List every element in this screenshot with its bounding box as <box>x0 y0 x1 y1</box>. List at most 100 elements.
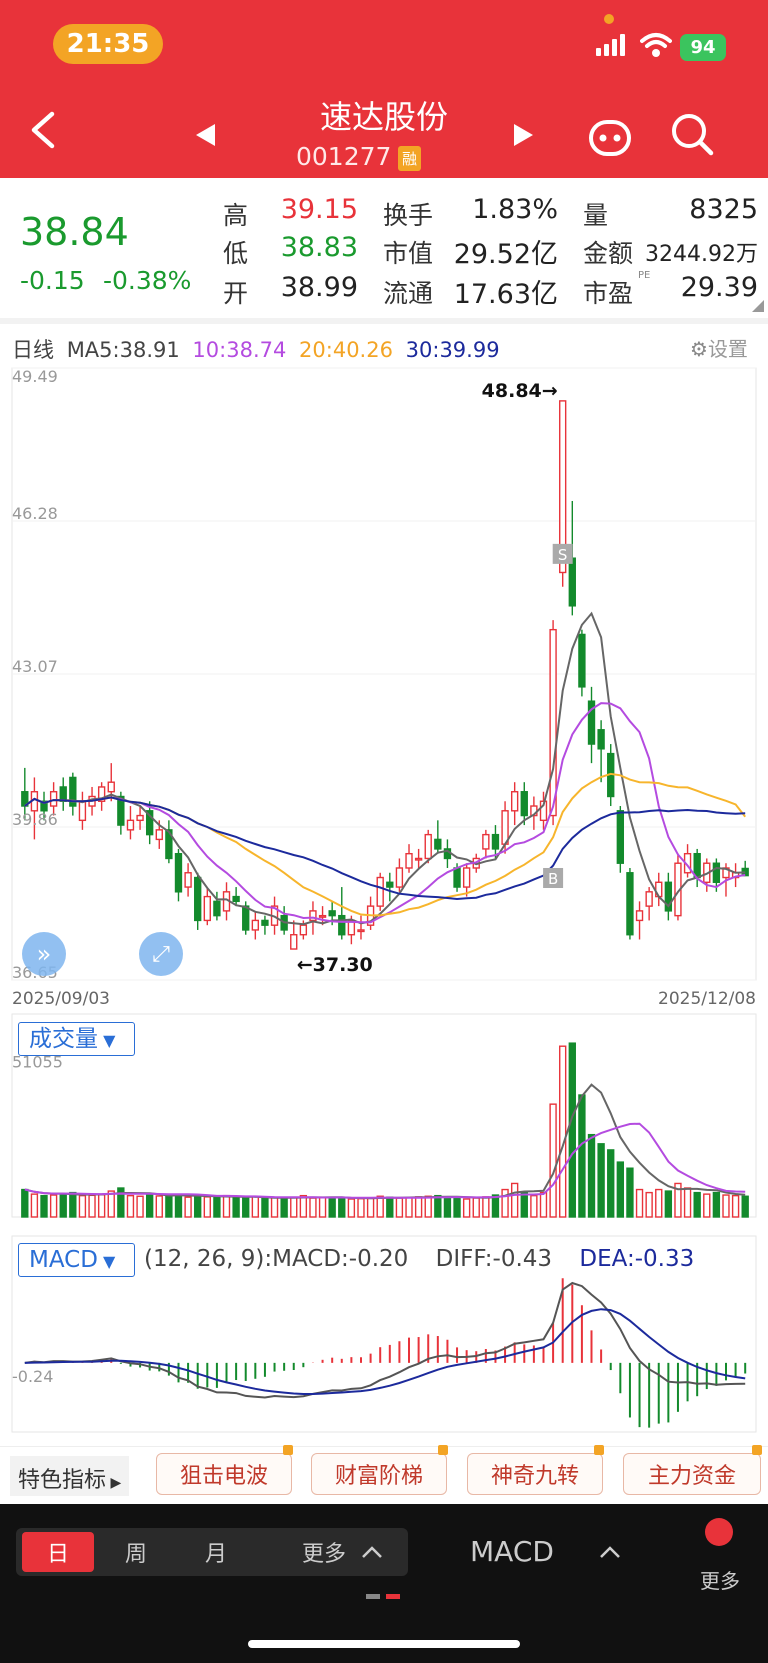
volume-bar <box>741 1195 749 1218</box>
expand-sidebar-icon[interactable]: » <box>22 932 66 976</box>
volume-bar <box>722 1194 730 1218</box>
indicator-sniper[interactable]: 狙击电波 <box>156 1445 293 1495</box>
candle-body <box>510 791 519 812</box>
dea-line <box>24 1308 746 1395</box>
tab-week[interactable]: 周 <box>100 1532 172 1572</box>
ma5-line <box>24 611 746 926</box>
volume-bar <box>251 1195 260 1218</box>
volume-bar <box>414 1196 423 1218</box>
chart-labels: 49.4946.2843.0739.8636.6548.84→←37.30SB2… <box>12 367 756 1386</box>
volume-bar <box>155 1195 163 1218</box>
stock-code: 001277 <box>296 142 392 171</box>
lock-icon <box>438 1445 448 1455</box>
chevron-up-icon[interactable] <box>598 1544 622 1560</box>
expand-corner-icon[interactable] <box>752 300 764 312</box>
candle-body <box>299 924 308 936</box>
volume-bar <box>309 1197 317 1218</box>
macd-select-label: MACD <box>29 1247 98 1273</box>
candle-body <box>414 857 423 861</box>
stock-chart[interactable]: 49.4946.2843.0739.8636.6548.84→←37.30SB2… <box>0 362 768 1442</box>
tab-more[interactable]: 更多 <box>288 1532 360 1572</box>
volume-bar <box>616 1161 625 1218</box>
volume-bar <box>174 1193 183 1218</box>
pe-value: 29.39 <box>680 272 758 303</box>
margin-badge: 融 <box>398 146 422 171</box>
turnover-label: 换手 <box>383 201 434 230</box>
mktcap-label: 市值 <box>383 239 434 268</box>
indicator-nine-label: 神奇九转 <box>490 1464 579 1489</box>
chart-settings[interactable]: ⚙设置 <box>690 333 748 362</box>
volume-bar <box>232 1196 240 1218</box>
volume-bar <box>290 1196 298 1218</box>
settings-label: 设置 <box>707 337 748 361</box>
more-icon[interactable] <box>705 1518 733 1546</box>
volume-bar <box>299 1194 308 1218</box>
volume-bar <box>443 1196 452 1218</box>
volume-bar <box>693 1191 701 1218</box>
candle-body <box>482 833 490 850</box>
candle-body <box>59 786 67 802</box>
chevron-up-icon[interactable] <box>360 1544 384 1560</box>
fullscreen-icon[interactable]: ⤢ <box>139 932 183 976</box>
macd-layer <box>24 1278 747 1428</box>
float-value: 17.63亿 <box>453 279 558 310</box>
candle-body <box>597 729 605 750</box>
more-label[interactable]: 更多 <box>700 1565 740 1594</box>
candle-body <box>568 557 576 607</box>
candle-body <box>635 910 644 922</box>
volume-bar <box>194 1195 202 1218</box>
volume-bar <box>530 1194 538 1218</box>
volume-bar <box>395 1197 404 1218</box>
indicator-switch[interactable]: MACD <box>470 1535 554 1568</box>
candle-body <box>49 791 58 807</box>
volume-indicator-select[interactable]: 成交量 ▼ <box>18 1022 135 1056</box>
candle-body <box>520 791 528 817</box>
volume-bar <box>145 1194 154 1218</box>
candle-body <box>405 852 413 869</box>
dea-value: DEA:-0.33 <box>579 1246 695 1272</box>
volume-bar <box>655 1188 663 1218</box>
volume-bar <box>222 1194 231 1218</box>
high-value: 39.15 <box>280 194 358 225</box>
feature-indicator-text: 特色指标 <box>18 1468 107 1493</box>
volume-bar <box>376 1195 384 1218</box>
low-value: 38.83 <box>280 232 358 263</box>
candle-body <box>386 881 394 888</box>
candle-body <box>290 934 298 950</box>
x-end-date: 2025/12/08 <box>658 989 756 1009</box>
indicator-fund[interactable]: 主力资金 <box>623 1445 762 1495</box>
volume-bar <box>328 1196 336 1218</box>
feature-indicator-label[interactable]: 特色指标 ▶ <box>10 1456 130 1496</box>
macd-indicator-select[interactable]: MACD ▼ <box>18 1243 135 1277</box>
volume-bar <box>703 1193 711 1218</box>
volume-bar <box>539 1191 548 1218</box>
tab-day[interactable]: 日 <box>22 1532 94 1572</box>
price-change: -0.15 <box>20 266 85 295</box>
candle-body <box>107 781 115 793</box>
volume-bar <box>645 1191 653 1218</box>
y-tick-label: 49.49 <box>12 367 58 386</box>
indicator-wealth[interactable]: 财富阶梯 <box>311 1445 448 1495</box>
volume-bar <box>664 1190 673 1218</box>
candle-body <box>616 810 625 864</box>
period-label: 日线 <box>12 338 54 362</box>
volume-bar <box>549 1103 557 1218</box>
volume-bar <box>40 1194 48 1218</box>
candle-body <box>126 819 135 831</box>
tab-month[interactable]: 月 <box>180 1532 252 1572</box>
mktcap-value: 29.52亿 <box>453 239 558 270</box>
wifi-icon <box>640 33 672 57</box>
volume-bar <box>21 1188 29 1218</box>
assistant-robot-icon[interactable] <box>588 116 632 160</box>
chevron-right-icon: ▶ <box>106 1475 122 1491</box>
indicator-nine[interactable]: 神奇九转 <box>467 1445 604 1495</box>
app-header: 21:35 94 速达股份 001277 融 <box>0 0 768 178</box>
y-tick-label: 39.86 <box>12 810 58 829</box>
indicator-wealth-label: 财富阶梯 <box>334 1464 423 1489</box>
search-icon[interactable] <box>670 112 714 156</box>
next-stock-arrow-icon[interactable] <box>514 124 533 146</box>
volume-bar <box>49 1194 58 1218</box>
candle-body <box>645 891 653 907</box>
volume-bar <box>472 1197 480 1218</box>
macd-value: (12, 26, 9):MACD:-0.20 <box>144 1246 409 1272</box>
